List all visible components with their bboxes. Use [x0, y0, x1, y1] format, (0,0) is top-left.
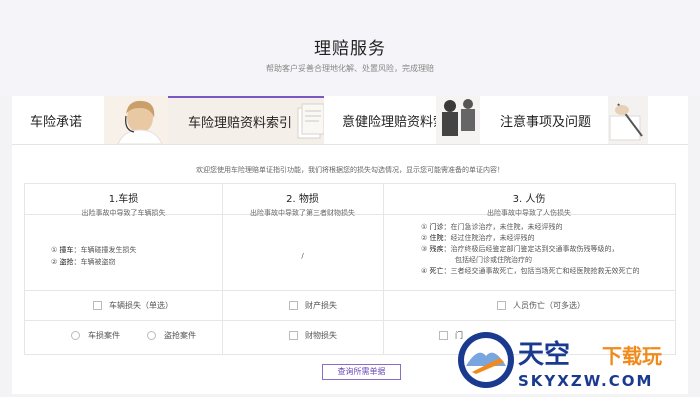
page-subtitle: 帮助客户妥善合理地化解、处置风险，完成理赔: [266, 64, 434, 73]
radio-icon[interactable]: [71, 331, 80, 340]
watermark-title: 天空: [518, 340, 571, 370]
tab-label: 车险承诺: [30, 115, 83, 130]
tab-label: 注意事项及问题: [500, 115, 592, 130]
business-people-image: [436, 96, 480, 144]
car-damage-items: ① 撞车：车辆碰撞发生损失 ② 盗抢：车辆被盗窃: [51, 244, 137, 268]
column-header-property-damage: 2. 物损 出险事故中导致了第三者财物损失: [222, 190, 383, 218]
property-damage-items: /: [301, 252, 304, 260]
tab-health-claim-docs[interactable]: 意健险理赔资料索引: [324, 96, 480, 144]
document-stack-image: [297, 103, 324, 139]
page-title: 理赔服务: [314, 39, 386, 59]
column-header-injury: 3. 人伤 出险事故中导致了人伤损失: [383, 190, 675, 218]
notice-text: 欢迎您使用车险理赔单证指引功能，我们将根据您的损失勾选情况，显示您可能需准备的单…: [196, 166, 504, 174]
tab-notes-and-questions[interactable]: 注意事项及问题: [480, 96, 688, 144]
column-title: 1.车损: [108, 194, 139, 205]
watermark-logo: 天空 下载玩 SKYXZW.COM: [452, 328, 700, 393]
checkbox-icon[interactable]: [497, 301, 506, 310]
property-loss-checkbox[interactable]: 财产损失: [289, 300, 337, 311]
injury-items: ① 门诊：在门急诊治疗，未住院，未经评残的 ② 住院：经过住院治疗，未经评残的 …: [421, 222, 640, 277]
option-car-damage-case[interactable]: 车损案件: [71, 330, 120, 341]
tab-bar: 车险承诺 车险理赔资料索引 意健险理赔资料索引 注意事项及问题: [12, 96, 688, 144]
option-theft-case[interactable]: 盗抢案件: [147, 330, 196, 341]
watermark-accent: 下载玩: [602, 344, 662, 368]
injury-checkbox[interactable]: 人员伤亡（可多选）: [497, 300, 585, 311]
list-item: ④ 死亡：三者经交通事故死亡，包括当场死亡和经医院抢救无效死亡的: [421, 267, 640, 275]
tab-car-claim-docs[interactable]: 车险理赔资料索引: [168, 96, 324, 144]
tab-car-commitment[interactable]: 车险承诺: [12, 96, 168, 144]
watermark-url: SKYXZW.COM: [518, 372, 654, 390]
column-title: 2. 物损: [286, 194, 319, 205]
column-subtitle: 出险事故中导致了第三者财物损失: [250, 209, 355, 217]
row-divider: [25, 320, 675, 321]
checkbox-icon[interactable]: [289, 331, 298, 340]
column-header-car-damage: 1.车损 出险事故中导致了车辆损失: [25, 190, 222, 218]
customer-service-agent-image: [104, 96, 168, 144]
row-divider: [25, 290, 675, 291]
page-header: 理赔服务 帮助客户妥善合理地化解、处置风险，完成理赔: [0, 0, 700, 96]
list-item: 包括经门诊或住院治疗的: [455, 256, 532, 264]
option-property-loss[interactable]: 财物损失: [289, 330, 337, 341]
list-item: ① 门诊：在门急诊治疗，未住院，未经评残的: [421, 223, 563, 231]
checkbox-icon[interactable]: [439, 331, 448, 340]
list-item: ② 住院：经过住院治疗，未经评残的: [421, 234, 535, 242]
car-loss-checkbox[interactable]: 车辆损失（单选）: [93, 300, 173, 311]
tab-label: 车险理赔资料索引: [188, 116, 293, 131]
column-subtitle: 出险事故中导致了车辆损失: [81, 209, 166, 217]
radio-icon[interactable]: [147, 331, 156, 340]
list-item: ② 盗抢：车辆被盗窃: [51, 258, 116, 266]
signing-hand-image: [608, 96, 648, 144]
checkbox-icon[interactable]: [93, 301, 102, 310]
query-documents-button[interactable]: 查询所需单据: [322, 364, 401, 380]
column-subtitle: 出险事故中导致了人伤损失: [487, 209, 571, 217]
list-item: ① 撞车：车辆碰撞发生损失: [51, 246, 137, 254]
column-title: 3. 人伤: [512, 194, 546, 205]
list-item: ③ 残疾：治疗终极后经鉴定部门鉴定达到交通事故伤残等级的，: [421, 245, 619, 253]
checkbox-icon[interactable]: [289, 301, 298, 310]
